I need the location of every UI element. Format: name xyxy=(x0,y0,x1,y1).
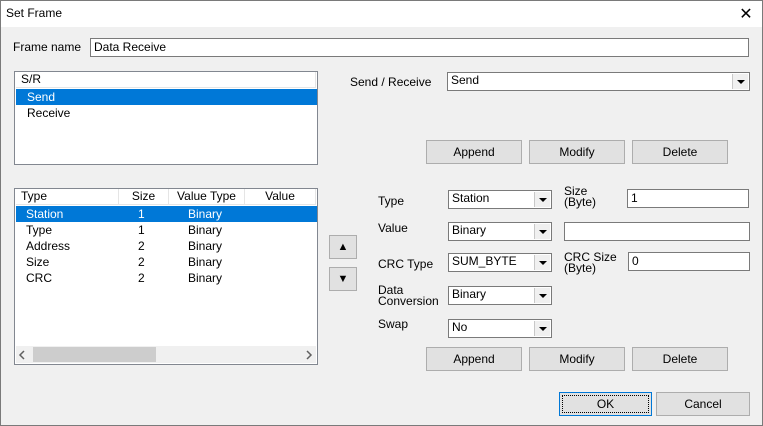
ok-button[interactable]: OK xyxy=(559,392,652,416)
cell-value-type: Binary xyxy=(188,207,223,221)
scroll-left-icon[interactable] xyxy=(18,349,26,363)
crc-size-input[interactable]: 0 xyxy=(628,252,750,271)
col-header-size[interactable]: Size xyxy=(119,189,169,205)
cell-value-type: Binary xyxy=(188,239,223,253)
table-row[interactable]: Address 2 Binary xyxy=(16,238,317,254)
crc-type-value: SUM_BYTE xyxy=(452,254,517,268)
value-type-select[interactable]: Binary xyxy=(448,222,552,241)
data-conversion-value: Binary xyxy=(452,287,487,301)
cell-type: Address xyxy=(26,239,71,253)
type-value: Station xyxy=(452,191,490,205)
size-label: Size (Byte) xyxy=(564,185,597,209)
top-append-button[interactable]: Append xyxy=(426,140,522,164)
move-up-button[interactable]: ▲ xyxy=(329,235,357,259)
cell-size: 2 xyxy=(138,271,145,285)
top-modify-button[interactable]: Modify xyxy=(529,140,625,164)
cell-type: CRC xyxy=(26,271,52,285)
size-label-line2: (Byte) xyxy=(564,195,597,209)
horizontal-scrollbar[interactable] xyxy=(16,346,316,363)
bottom-modify-button[interactable]: Modify xyxy=(529,347,625,371)
cell-size: 1 xyxy=(138,207,145,221)
size-input[interactable]: 1 xyxy=(627,189,749,208)
table-row[interactable]: Type 1 Binary xyxy=(16,222,317,238)
chevron-down-icon[interactable] xyxy=(534,321,550,336)
type-label: Type xyxy=(378,194,405,208)
sr-list: S/R Send Receive xyxy=(14,71,318,165)
swap-select[interactable]: No xyxy=(448,319,552,338)
send-receive-select[interactable]: Send xyxy=(447,72,750,91)
crc-size-label-line2: (Byte) xyxy=(564,261,597,275)
cell-value-type: Binary xyxy=(188,255,223,269)
chevron-down-icon[interactable] xyxy=(534,192,550,207)
bottom-delete-button[interactable]: Delete xyxy=(632,347,728,371)
value-type-value: Binary xyxy=(452,223,487,237)
cell-size: 2 xyxy=(138,255,145,269)
sr-list-header[interactable]: S/R xyxy=(16,72,316,88)
type-select[interactable]: Station xyxy=(448,190,552,209)
sr-list-item-receive[interactable]: Receive xyxy=(16,105,317,121)
swap-value: No xyxy=(452,320,468,334)
sr-item-label: Send xyxy=(27,90,56,104)
title-bar: Set Frame ✕ xyxy=(1,1,762,27)
frame-name-label: Frame name xyxy=(13,40,82,54)
arrow-down-icon: ▼ xyxy=(337,273,349,285)
sr-list-item-send[interactable]: Send xyxy=(16,89,317,105)
window-title: Set Frame xyxy=(6,6,63,20)
close-icon[interactable]: ✕ xyxy=(734,2,758,26)
cell-type: Size xyxy=(26,255,50,269)
crc-type-select[interactable]: SUM_BYTE xyxy=(448,253,552,272)
chevron-down-icon[interactable] xyxy=(534,255,550,270)
table-row[interactable]: Size 2 Binary xyxy=(16,254,317,270)
sr-item-label: Receive xyxy=(27,106,71,120)
chevron-down-icon[interactable] xyxy=(534,224,550,239)
data-conversion-label-line2: Conversion xyxy=(378,294,439,308)
cell-size: 1 xyxy=(138,223,145,237)
arrow-up-icon: ▲ xyxy=(337,241,349,253)
send-receive-label: Send / Receive xyxy=(350,75,432,89)
send-receive-value: Send xyxy=(451,73,480,87)
chevron-down-icon[interactable] xyxy=(534,288,550,303)
cell-type: Station xyxy=(26,207,64,221)
cell-value-type: Binary xyxy=(188,271,223,285)
crc-type-label: CRC Type xyxy=(378,257,434,271)
set-frame-dialog: Set Frame ✕ Frame name Data Receive S/R … xyxy=(0,0,763,426)
data-conversion-label: Data Conversion xyxy=(378,284,439,308)
focus-rectangle xyxy=(562,395,649,413)
col-header-type[interactable]: Type xyxy=(16,189,119,205)
value-input[interactable] xyxy=(564,222,750,241)
cancel-button[interactable]: Cancel xyxy=(656,392,750,416)
cell-value-type: Binary xyxy=(188,223,223,237)
scroll-thumb[interactable] xyxy=(33,347,156,362)
col-header-value[interactable]: Value xyxy=(245,189,316,205)
chevron-down-icon[interactable] xyxy=(732,74,748,89)
table-row[interactable]: Station 1 Binary xyxy=(16,206,317,222)
value-label: Value xyxy=(378,221,408,235)
scroll-right-icon[interactable] xyxy=(305,349,313,363)
bottom-append-button[interactable]: Append xyxy=(426,347,522,371)
frame-name-input[interactable]: Data Receive xyxy=(90,38,749,57)
crc-size-label: CRC Size (Byte) xyxy=(564,251,617,275)
cell-size: 2 xyxy=(138,239,145,253)
cell-type: Type xyxy=(26,223,53,237)
data-conversion-select[interactable]: Binary xyxy=(448,286,552,305)
col-header-value-type[interactable]: Value Type xyxy=(169,189,245,205)
fields-table: Type Size Value Type Value Station 1 Bin… xyxy=(14,188,318,365)
top-delete-button[interactable]: Delete xyxy=(632,140,728,164)
move-down-button[interactable]: ▼ xyxy=(329,267,357,291)
swap-label: Swap xyxy=(378,317,409,331)
table-row[interactable]: CRC 2 Binary xyxy=(16,270,317,286)
